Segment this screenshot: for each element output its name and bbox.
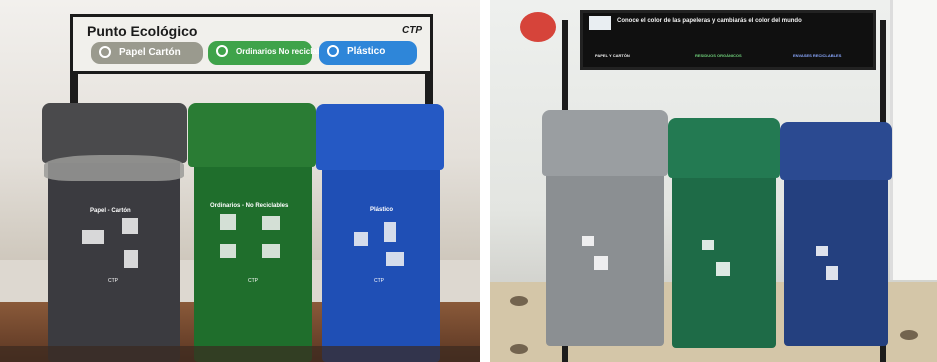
category-paper: Papel Cartón xyxy=(91,42,203,64)
color-guide-sign: Conoce el color de las papeleras y cambi… xyxy=(580,10,876,70)
bin-plastic-brand: CTP xyxy=(374,278,384,284)
recycling-station-photo-right: Conoce el color de las papeleras y cambi… xyxy=(490,0,937,362)
bag-icon xyxy=(220,244,236,258)
floor-tile xyxy=(510,344,528,354)
bottle-icon xyxy=(384,222,396,242)
book-icon xyxy=(82,230,104,244)
category-plastic: Plástico xyxy=(319,41,417,65)
recycle-icon xyxy=(99,46,111,58)
floor-tile xyxy=(510,296,528,306)
bin-ordinary-lid xyxy=(188,103,316,167)
napkin-icon xyxy=(262,216,280,230)
box-icon xyxy=(122,218,138,234)
bin-plastic xyxy=(322,150,440,362)
paper-icon xyxy=(594,256,608,270)
bin-ordinary xyxy=(194,150,312,362)
bin-paper xyxy=(48,150,180,362)
bin-gray-lid xyxy=(542,110,668,176)
section-paper: PAPEL Y CARTÓN xyxy=(595,53,630,58)
bin-blue-lid xyxy=(780,122,892,180)
cup-icon xyxy=(220,214,236,230)
category-paper-label: Papel Cartón xyxy=(119,47,181,58)
recycle-icon xyxy=(327,45,339,57)
door-frame xyxy=(890,0,937,280)
category-plastic-label: Plástico xyxy=(347,46,386,57)
bin-paper-lid xyxy=(42,103,187,163)
container-icon xyxy=(386,252,404,266)
category-ordinary: Ordinarios No reciclables xyxy=(208,41,333,65)
sign-logo: CTP xyxy=(402,25,422,36)
bin-ordinary-brand: CTP xyxy=(248,278,258,284)
food-icon xyxy=(262,244,280,258)
bin-paper-label: Papel - Cartón xyxy=(90,208,131,214)
sign-logo-box xyxy=(589,16,611,30)
bin-paper-bag xyxy=(44,155,184,181)
floor-tile xyxy=(900,330,918,340)
bin-green xyxy=(672,148,776,348)
bin-paper-brand: CTP xyxy=(108,278,118,284)
recycle-icon xyxy=(816,246,828,256)
bin-plastic-lid xyxy=(316,104,444,170)
floor-mat xyxy=(0,346,480,362)
recycling-station-photo-left: Punto Ecológico CTP Papel Cartón Ordinar… xyxy=(0,0,480,362)
recycle-icon xyxy=(702,240,714,250)
sign-title: Conoce el color de las papeleras y cambi… xyxy=(617,18,802,24)
recycle-icon xyxy=(216,45,228,57)
bin-ordinary-label: Ordinarios - No Reciclables xyxy=(210,203,289,209)
section-organic: RESIDUOS ORGÁNICOS xyxy=(695,53,742,58)
sign-title: Punto Ecológico xyxy=(87,23,198,39)
bottle-icon xyxy=(826,266,838,280)
bin-green-lid xyxy=(668,118,780,178)
bin-plastic-label: Plástico xyxy=(370,207,394,213)
wall-decoration xyxy=(520,12,556,42)
paper-icon xyxy=(124,250,138,268)
ecological-point-sign: Punto Ecológico CTP Papel Cartón Ordinar… xyxy=(70,14,433,74)
cutlery-icon xyxy=(354,232,368,246)
bin-gray xyxy=(546,148,664,346)
section-recyclable: ENVASES RECICLABLES xyxy=(793,53,842,58)
food-icon xyxy=(716,262,730,276)
recycle-icon xyxy=(582,236,594,246)
